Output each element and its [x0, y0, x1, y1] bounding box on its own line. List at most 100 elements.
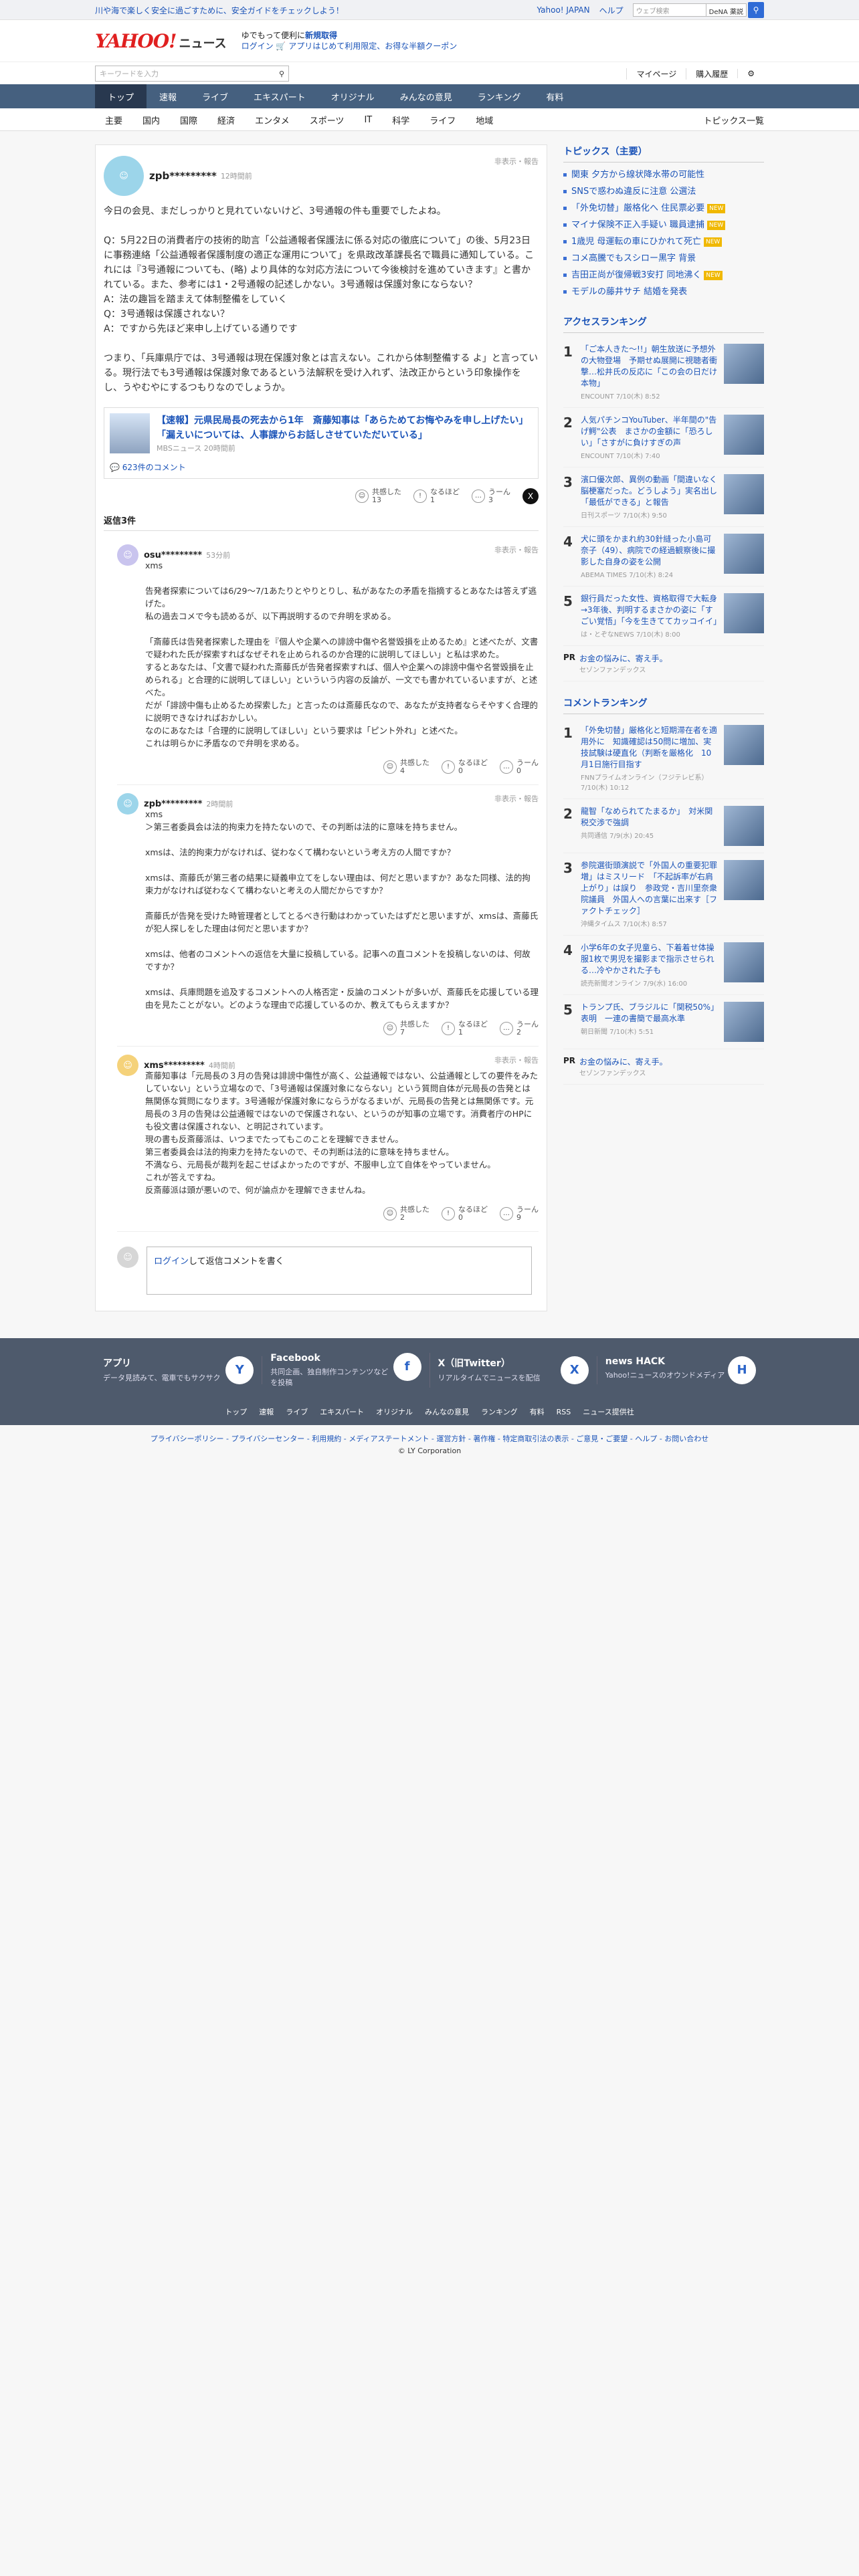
safety-notice-link[interactable]: 川や海で楽しく安全に過ごすために、安全ガイドをチェックしよう！ [95, 5, 344, 16]
ranking-item[interactable]: 5 トランプ氏、ブラジルに「関税50%」表明 一連の書簡で最高水準 朝日新聞 7/1… [563, 995, 764, 1049]
snav-it[interactable]: IT [354, 115, 382, 125]
hide-report-link[interactable]: 非表示・報告 [494, 544, 539, 555]
topic-item[interactable]: 吉田正尚が復帰戦3安打 同地沸く NEW [563, 267, 764, 284]
gnav-breaking[interactable]: 速報 [147, 84, 189, 108]
reply-body: xms ＞第三者委員会は法的拘束力を持たないので、その判断は法的に意味を持ちませ… [145, 809, 539, 1010]
login-link[interactable]: ログイン [242, 41, 274, 51]
topic-item[interactable]: モデルの藤井サチ 結婚を発表 [563, 284, 764, 300]
comment-ranking-title: コメントランキング [563, 696, 764, 714]
ranking-item[interactable]: 3 参院選街頭演説で「外国人の重要犯罪増」はミスリード 「不起訴率が右肩上がり」は… [563, 853, 764, 936]
reply-body: xms 告発者探索については6/29〜7/1あたりとやりとりし、私があなたの矛盾… [145, 560, 539, 748]
topic-item[interactable]: 「外免切替」厳格化へ 住民票必要 NEW [563, 200, 764, 217]
search-icon[interactable]: ⚲ [748, 2, 764, 18]
web-search-input[interactable]: ウェブ検索 [632, 3, 706, 17]
footer-link[interactable]: RSS [557, 1408, 571, 1416]
footer-link[interactable]: ランキング [481, 1406, 518, 1417]
coupon-link[interactable]: アプリはじめて利用限定、お得な半額クーポン [288, 41, 457, 51]
footer-link[interactable]: 有料 [530, 1406, 545, 1417]
gear-icon[interactable]: ⚙ [737, 69, 764, 78]
gnav-original[interactable]: オリジナル [318, 84, 387, 108]
footer-link[interactable]: ライブ [286, 1406, 308, 1417]
naruhodo-button[interactable]: ! なるほど 1 [442, 1021, 488, 1037]
gnav-top[interactable]: トップ [95, 84, 147, 108]
snav-business[interactable]: 経済 [207, 114, 245, 126]
ranking-item[interactable]: 4 小学6年の女子児童ら、下着着せ体操服1枚で男児を撮影まで指示させられる…冷やか… [563, 936, 764, 995]
footer-link[interactable]: みんなの意見 [425, 1406, 469, 1417]
hide-report-link[interactable]: 非表示・報告 [494, 793, 539, 804]
gnav-opinion[interactable]: みんなの意見 [387, 84, 465, 108]
uun-button[interactable]: … うーん 9 [500, 1206, 539, 1222]
search-icon[interactable]: ⚲ [279, 70, 284, 78]
ranking-item[interactable]: 3 濱口優次郎、異例の動画「間違いなく脳梗塞だった。どうしよう」実名出し「最低がで… [563, 467, 764, 527]
pr-ad[interactable]: PR お金の悩みに、寄え手。 セゾンファンデックス [563, 1049, 764, 1085]
ranking-item[interactable]: 1 「外免切替」厳格化と短期滞在者を適用外に 知識確認は50問に増加、実技試験は硬… [563, 718, 764, 799]
footer-app[interactable]: アプリ データ見読みて、電車でもサクサク Y [95, 1356, 263, 1384]
ranking-item[interactable]: 2 人気パチンコYouTuber、半年間の"告げ鰐"公表 まさかの金額に「恐ろしい… [563, 408, 764, 467]
topics-list-link[interactable]: トピックス一覧 [703, 114, 764, 126]
ranking-item[interactable]: 1 「ご本人きた〜!!」朝生放送に予想外の大物登場 予期せぬ展開に視聴者衝撃…松井… [563, 337, 764, 408]
snav-world[interactable]: 国際 [170, 114, 207, 126]
yahoo-japan-link[interactable]: Yahoo! JAPAN [537, 5, 589, 15]
topic-item[interactable]: コメ高騰でもスシロー黒字 背景 [563, 250, 764, 267]
gnav-paid[interactable]: 有料 [533, 84, 576, 108]
footer-link[interactable]: エキスパート [320, 1406, 364, 1417]
empathy-button[interactable]: ☺ 共感した 2 [383, 1206, 430, 1222]
register-link[interactable]: 新規取得 [305, 31, 337, 40]
topic-item[interactable]: マイナ保険不正入手疑い 職員逮捕 NEW [563, 217, 764, 233]
reply-comment-field[interactable]: ログインして返信コメントを書く [147, 1247, 532, 1295]
help-link[interactable]: ヘルプ [599, 5, 624, 16]
uun-button[interactable]: … うーん 3 [472, 488, 510, 504]
empathy-button[interactable]: ☺ 共感した 13 [355, 488, 401, 504]
footer-x[interactable]: X（旧Twitter） リアルタイムでニュースを配信 X [430, 1356, 597, 1384]
footer-newshack[interactable]: news HACK Yahoo!ニュースのオウンドメディア H [597, 1356, 764, 1384]
hide-report-link[interactable]: 非表示・報告 [494, 156, 539, 167]
naruhodo-button[interactable]: ! なるほど 0 [442, 1206, 488, 1222]
gnav-ranking[interactable]: ランキング [465, 84, 534, 108]
snav-science[interactable]: 科学 [382, 114, 419, 126]
pr-ad[interactable]: PR お金の悩みに、寄え手。 セゾンファンデックス [563, 646, 764, 681]
ranking-thumbnail [724, 534, 764, 574]
footer-link[interactable]: ニュース提供社 [583, 1406, 634, 1417]
naruhodo-button[interactable]: ! なるほど 0 [442, 759, 488, 775]
keyword-search-input[interactable]: キーワードを入力 ⚲ [95, 66, 289, 82]
empathy-button[interactable]: ☺ 共感した 7 [383, 1021, 430, 1037]
yahoo-news-logo[interactable]: YAHOO! ニュース [95, 30, 227, 52]
footer-link[interactable]: オリジナル [376, 1406, 413, 1417]
gnav-expert[interactable]: エキスパート [241, 84, 318, 108]
footer-link[interactable]: 速報 [259, 1406, 274, 1417]
ranking-thumbnail [724, 860, 764, 900]
article-card[interactable]: 【速報】元県民局長の死去から1年 斎藤知事は「あらためてお悔やみを申し上げたい」… [104, 407, 539, 479]
snav-entertainment[interactable]: エンタメ [245, 114, 300, 126]
footer-facebook[interactable]: Facebook 共同企画、独自制作コンテンツなどを投稿 f [262, 1352, 430, 1388]
snav-main[interactable]: 主要 [95, 114, 132, 126]
snav-local[interactable]: 地域 [466, 114, 503, 126]
x-share-icon[interactable]: X [522, 488, 539, 504]
naruhodo-button[interactable]: ! なるほど 1 [413, 488, 460, 504]
gnav-live[interactable]: ライブ [189, 84, 241, 108]
article-title[interactable]: 【速報】元県民局長の死去から1年 斎藤知事は「あらためてお悔やみを申し上げたい」… [157, 413, 533, 443]
uun-button[interactable]: … うーん 2 [500, 1021, 539, 1037]
footer-link[interactable]: トップ [225, 1406, 247, 1417]
snav-sports[interactable]: スポーツ [300, 114, 355, 126]
policy-links[interactable]: プライバシーポリシー - プライバシーセンター - 利用規約 - メディアステー… [0, 1433, 859, 1445]
ranking-item[interactable]: 5 銀行員だった女性、資格取得で大転身→3年後、判明するまさかの姿に「すごい覚悟」… [563, 586, 764, 646]
snav-life[interactable]: ライフ [419, 114, 466, 126]
footer: アプリ データ見読みて、電車でもサクサク Y Facebook 共同企画、独自制作コン… [0, 1338, 859, 1425]
snav-domestic[interactable]: 国内 [132, 114, 170, 126]
topic-item[interactable]: 1歳児 母運転の車にひかれて死亡 NEW [563, 233, 764, 250]
app-icon: Y [225, 1356, 254, 1384]
empathy-button[interactable]: ☺ 共感した 4 [383, 759, 430, 775]
comment-user[interactable]: zpb********* [149, 170, 217, 182]
article-comment-count[interactable]: 💬 623件のコメント [110, 461, 533, 473]
login-link[interactable]: ログイン [154, 1257, 189, 1267]
dena-ad[interactable]: DeNA 薬説 [706, 3, 747, 17]
ranking-thumbnail [724, 806, 764, 846]
hide-report-link[interactable]: 非表示・報告 [494, 1055, 539, 1065]
ranking-item[interactable]: 4 犬に頭をかまれ約30針縫った小島可奈子（49）、病院での経過観察後に撮影した自… [563, 527, 764, 586]
ranking-item[interactable]: 2 龍智「なめられてたまるか」 対米関税交渉で強調 共同通信 7/9(水) 20:4… [563, 799, 764, 853]
purchase-history-link[interactable]: 購入履歴 [686, 68, 737, 80]
topic-item[interactable]: 関東 夕方から線状降水帯の可能性 [563, 167, 764, 183]
uun-button[interactable]: … うーん 0 [500, 759, 539, 775]
mypage-link[interactable]: マイページ [626, 68, 686, 80]
topic-item[interactable]: SNSで惑わぬ違反に注意 公選法 [563, 183, 764, 200]
